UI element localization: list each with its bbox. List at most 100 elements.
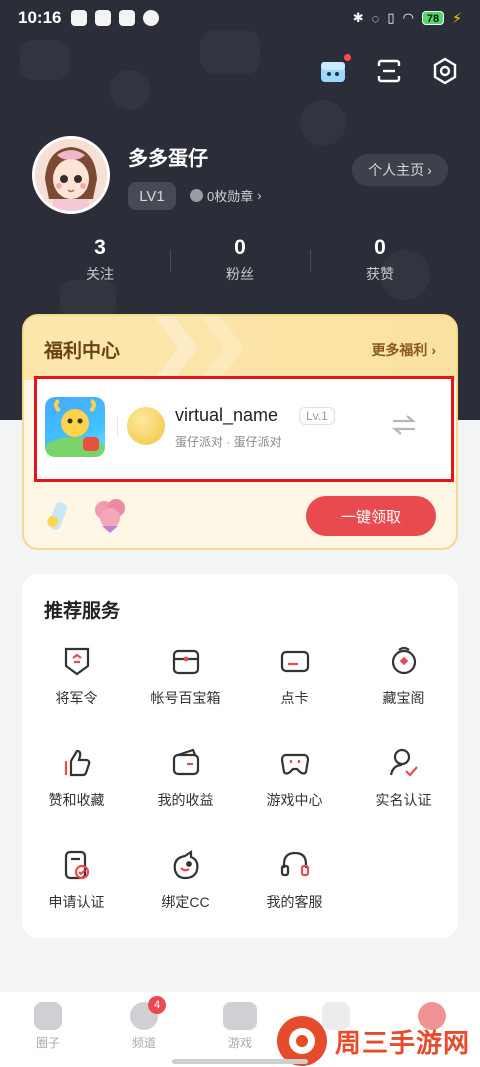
service-label: 帐号百宝箱 [150, 690, 221, 706]
nav-game[interactable]: 游戏 [192, 992, 288, 1067]
service-bind-cc[interactable]: 绑定CC [131, 848, 240, 950]
services-grid: 将军令 帐号百宝箱 点卡 藏宝阁 赞和收藏 我的收益 游戏中心 实名认证 申请认… [22, 644, 458, 950]
service-label: 藏宝阁 [382, 690, 425, 706]
user-verify-icon [389, 748, 418, 777]
gift-box-button[interactable] [318, 54, 351, 86]
cloud-icon [143, 10, 160, 26]
service-likes-favorites[interactable]: 赞和收藏 [22, 746, 131, 848]
service-label: 赞和收藏 [48, 792, 105, 808]
role-level: Lv.1 [299, 407, 335, 425]
service-label: 点卡 [280, 690, 309, 706]
status-time: 10:16 [18, 8, 62, 27]
stat-value: 0 [374, 236, 386, 259]
homepage-button[interactable]: 个人主页 › [352, 154, 448, 186]
service-treasure-pavilion[interactable]: 藏宝阁 [349, 644, 458, 746]
service-customer-support[interactable]: 我的客服 [240, 848, 349, 950]
service-my-earnings[interactable]: 我的收益 [131, 746, 240, 848]
service-label: 我的客服 [266, 894, 323, 910]
scan-icon [377, 59, 401, 83]
medal-count: 0枚勋章 [207, 189, 254, 204]
circle-god-icon [34, 1002, 62, 1030]
homepage-button-label: 个人主页 [368, 162, 425, 178]
stats-row: 3 关注 0 粉丝 0 获赞 [30, 236, 450, 284]
nav-label: 圈子 [35, 1036, 60, 1050]
service-apply-verify[interactable]: 申请认证 [22, 848, 131, 950]
chevron-decoration-icon [154, 316, 198, 380]
settings-button[interactable] [430, 56, 460, 86]
headset-icon [280, 851, 309, 877]
service-label: 申请认证 [48, 894, 105, 910]
claim-all-button[interactable]: 一键领取 [306, 496, 436, 536]
mail-notification-icon [119, 10, 136, 26]
wallet-icon [172, 748, 199, 776]
service-game-center[interactable]: 游戏中心 [240, 746, 349, 848]
shield-token-icon [64, 647, 89, 676]
reward-bouquet-icon [95, 499, 125, 533]
treasure-box-icon [172, 649, 199, 675]
service-real-name-verify[interactable]: 实名认证 [349, 746, 458, 848]
document-verify-icon [64, 850, 89, 880]
status-bar: 10:16 ✱ ◌ ▯ ◠ 78 ⚡ [0, 0, 480, 36]
nav-circle[interactable]: 圈子 [0, 992, 96, 1067]
nav-channel[interactable]: 4 频道 [96, 992, 192, 1067]
service-label: 绑定CC [161, 894, 210, 910]
gamepad-nav-icon [223, 1002, 257, 1030]
service-label: 我的收益 [157, 792, 214, 808]
username: 多多蛋仔 [128, 148, 208, 170]
gear-icon [433, 57, 457, 85]
service-label: 将军令 [55, 690, 98, 706]
chevron-right-icon: › [431, 342, 436, 358]
chevron-right-icon: › [257, 188, 262, 203]
card-icon [280, 650, 309, 673]
divider [117, 417, 118, 437]
stat-value: 3 [94, 236, 106, 259]
stat-label: 获赞 [366, 266, 394, 282]
stat-label: 关注 [86, 266, 114, 282]
more-welfare-link[interactable]: 更多福利 › [371, 340, 436, 360]
avatar[interactable] [32, 136, 110, 214]
gift-box-icon [321, 62, 345, 82]
medal-link[interactable]: 0枚勋章 › [190, 186, 262, 205]
stat-value: 0 [234, 236, 246, 259]
stat-likes[interactable]: 0 获赞 [310, 236, 450, 284]
services-title: 推荐服务 [44, 601, 121, 622]
gamepad-icon [280, 753, 309, 775]
mute-icon: ◌ [371, 10, 380, 26]
service-label: 实名认证 [375, 792, 432, 808]
service-general-token[interactable]: 将军令 [22, 644, 131, 746]
notification-dot [344, 54, 351, 61]
notification-badge: 4 [148, 996, 166, 1014]
scan-button[interactable] [374, 56, 404, 86]
charging-icon: ⚡ [452, 9, 462, 26]
stat-following[interactable]: 3 关注 [30, 236, 170, 284]
watermark-text: 周三手游网 [334, 1027, 470, 1058]
role-avatar [127, 407, 165, 445]
welfare-center-card: 福利中心 更多福利 › virtual_name Lv.1 蛋仔派对 · 蛋仔派… [22, 314, 458, 550]
more-welfare-label: 更多福利 [371, 342, 428, 358]
role-name: virtual_name [175, 405, 279, 425]
medal-icon [190, 189, 203, 202]
chevron-right-icon: › [427, 162, 432, 178]
service-account-toolbox[interactable]: 帐号百宝箱 [131, 644, 240, 746]
battery-icon: 78 [421, 11, 445, 25]
role-server: 蛋仔派对 · 蛋仔派对 [175, 435, 282, 449]
top-actions [318, 54, 460, 86]
welfare-header: 福利中心 更多福利 › [24, 316, 456, 380]
game-role-card[interactable]: virtual_name Lv.1 蛋仔派对 · 蛋仔派对 [34, 376, 454, 482]
service-label: 游戏中心 [266, 792, 323, 808]
welfare-title: 福利中心 [44, 341, 121, 362]
reward-item-icon [47, 502, 68, 530]
swap-icon[interactable] [391, 413, 417, 437]
home-indicator[interactable] [172, 1059, 308, 1064]
service-point-card[interactable]: 点卡 [240, 644, 349, 746]
treasure-pavilion-icon [391, 646, 416, 675]
cc-bird-icon [173, 849, 198, 880]
bluetooth-icon: ✱ [352, 10, 364, 25]
wifi-icon: ◠ [402, 10, 414, 25]
avatar-character-image [35, 139, 107, 211]
stat-fans[interactable]: 0 粉丝 [170, 236, 310, 284]
nav-label: 游戏 [227, 1036, 252, 1050]
recommended-services-card: 推荐服务 将军令 帐号百宝箱 点卡 藏宝阁 赞和收藏 我的收益 游戏中心 实名认… [22, 574, 458, 938]
app-notification-icon-2 [95, 10, 112, 26]
level-badge: LV1 [128, 182, 176, 210]
